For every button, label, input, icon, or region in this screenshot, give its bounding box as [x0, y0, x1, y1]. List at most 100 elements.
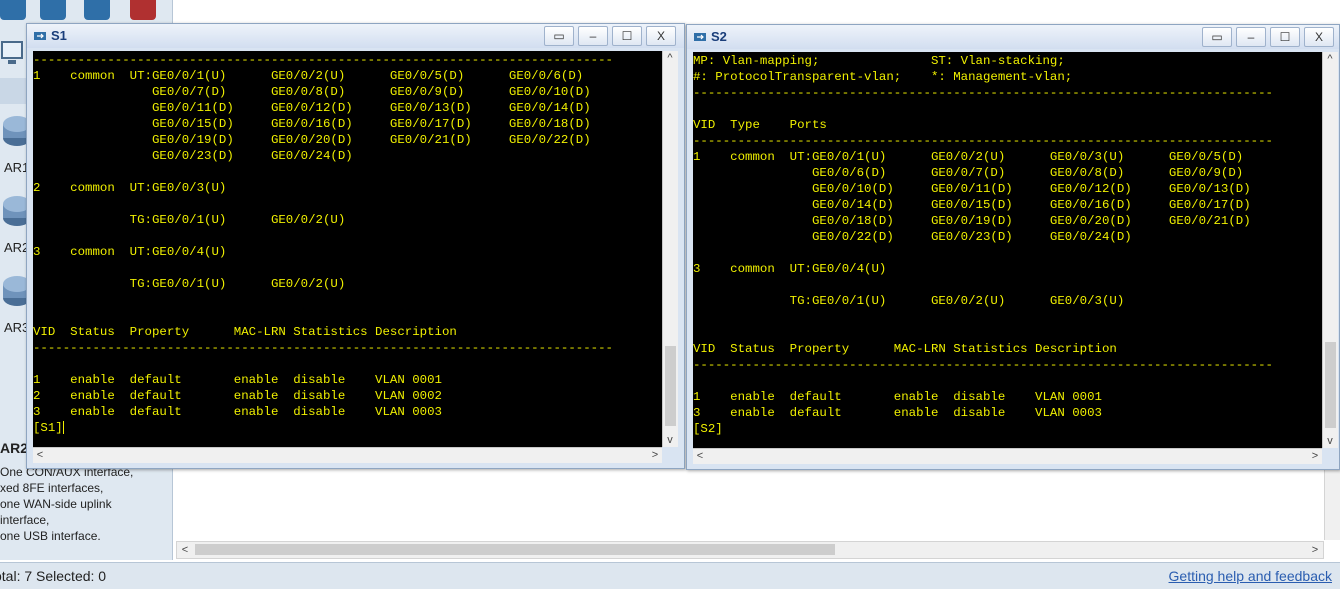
terminal-lines: MP: Vlan-mapping; ST: Vlan-stacking; #: P…	[693, 53, 1322, 421]
terminal-line: 2 enable default enable disable VLAN 000…	[33, 389, 442, 403]
terminal-line: GE0/0/6(D) GE0/0/7(D) GE0/0/8(D) GE0/0/9…	[693, 166, 1244, 180]
scroll-right-icon[interactable]: >	[1308, 543, 1322, 557]
terminal-line: ----------------------------------------…	[693, 86, 1273, 100]
status-bar: otal: 7 Selected: 0 Getting help and fee…	[0, 562, 1340, 589]
scroll-left-icon[interactable]: <	[693, 449, 707, 463]
vertical-scrollbar[interactable]: ^ v	[662, 51, 678, 447]
description-line: interface,	[0, 513, 50, 527]
terminal-line: GE0/0/15(D) GE0/0/16(D) GE0/0/17(D) GE0/…	[33, 117, 591, 131]
terminal-line: 2 common UT:GE0/0/3(U)	[33, 181, 227, 195]
window-titlebar[interactable]: S1 ▭ – ☐ X	[27, 24, 684, 48]
terminal-line: VID Status Property MAC-LRN Statistics D…	[33, 325, 457, 339]
switch-icon	[694, 33, 706, 41]
terminal-line: GE0/0/23(D) GE0/0/24(D)	[33, 149, 353, 163]
horizontal-scrollbar[interactable]: < >	[33, 447, 662, 463]
pc-icon[interactable]	[0, 40, 26, 70]
scroll-thumb[interactable]	[665, 346, 676, 426]
terminal-line: MP: Vlan-mapping; ST: Vlan-stacking;	[693, 54, 1065, 68]
terminal-line: 1 common UT:GE0/0/1(U) GE0/0/2(U) GE0/0/…	[693, 150, 1244, 164]
terminal-lines: ----------------------------------------…	[33, 52, 662, 420]
terminal-output[interactable]: MP: Vlan-mapping; ST: Vlan-stacking; #: P…	[693, 52, 1322, 449]
scroll-thumb[interactable]	[1325, 342, 1336, 428]
terminal-prompt[interactable]: [S1]	[33, 420, 662, 436]
minimize-button[interactable]: –	[1236, 27, 1266, 47]
device-description-title: AR2	[0, 440, 29, 456]
terminal-line: #: ProtocolTransparent-vlan; *: Manageme…	[693, 70, 1073, 84]
terminal-line: 1 enable default enable disable VLAN 000…	[693, 390, 1102, 404]
terminal-line: 3 enable default enable disable VLAN 000…	[33, 405, 442, 419]
terminal-line: 3 common UT:GE0/0/4(U)	[693, 262, 887, 276]
terminal-line: GE0/0/18(D) GE0/0/19(D) GE0/0/20(D) GE0/…	[693, 214, 1251, 228]
canvas-horizontal-scrollbar[interactable]: < >	[176, 541, 1324, 559]
close-button[interactable]: X	[1304, 27, 1334, 47]
terminal-line: TG:GE0/0/1(U) GE0/0/2(U)	[33, 213, 346, 227]
terminal-line: VID Status Property MAC-LRN Statistics D…	[693, 342, 1117, 356]
horizontal-scrollbar[interactable]: < >	[693, 448, 1322, 464]
terminal-line: GE0/0/11(D) GE0/0/12(D) GE0/0/13(D) GE0/…	[33, 101, 591, 115]
terminal-line: ----------------------------------------…	[693, 134, 1273, 148]
window-titlebar[interactable]: S2 ▭ – ☐ X	[687, 25, 1339, 49]
terminal-prompt[interactable]: [S2]	[693, 421, 1322, 437]
device-description: One CON/AUX interface, xed 8FE interface…	[0, 464, 170, 544]
help-feedback-link[interactable]: Getting help and feedback	[1169, 568, 1332, 584]
router-type-icon[interactable]	[0, 0, 26, 20]
terminal-window-s1[interactable]: S1 ▭ – ☐ X -----------------------------…	[26, 23, 685, 469]
maximize-button[interactable]: ☐	[612, 26, 642, 46]
switch-type-icon[interactable]	[40, 0, 66, 20]
scroll-up-icon[interactable]: ^	[1323, 52, 1337, 66]
scroll-left-icon[interactable]: <	[33, 448, 47, 462]
terminal-line: VID Type Ports	[693, 118, 827, 132]
switch-icon	[34, 32, 46, 40]
scroll-down-icon[interactable]: v	[1323, 434, 1337, 448]
terminal-line: GE0/0/10(D) GE0/0/11(D) GE0/0/12(D) GE0/…	[693, 182, 1251, 196]
terminal-line: 1 enable default enable disable VLAN 000…	[33, 373, 442, 387]
terminal-line: 3 common UT:GE0/0/4(U)	[33, 245, 227, 259]
terminal-line: TG:GE0/0/1(U) GE0/0/2(U) GE0/0/3(U)	[693, 294, 1125, 308]
scroll-left-icon[interactable]: <	[178, 543, 192, 557]
description-line: one WAN-side uplink	[0, 497, 112, 511]
restore-button[interactable]: ▭	[1202, 27, 1232, 47]
terminal-line: ----------------------------------------…	[693, 358, 1273, 372]
text-cursor	[62, 421, 64, 435]
firewall-type-icon[interactable]	[130, 0, 156, 20]
terminal-line: GE0/0/7(D) GE0/0/8(D) GE0/0/9(D) GE0/0/1…	[33, 85, 591, 99]
terminal-window-s2[interactable]: S2 ▭ – ☐ X MP: Vlan-mapping; ST: Vlan-st…	[686, 24, 1340, 470]
wireless-type-icon[interactable]	[84, 0, 110, 20]
description-line: xed 8FE interfaces,	[0, 481, 104, 495]
canvas-scroll-thumb[interactable]	[195, 544, 835, 555]
terminal-output[interactable]: ----------------------------------------…	[33, 51, 662, 448]
terminal-line: GE0/0/19(D) GE0/0/20(D) GE0/0/21(D) GE0/…	[33, 133, 591, 147]
maximize-button[interactable]: ☐	[1270, 27, 1300, 47]
scroll-down-icon[interactable]: v	[663, 433, 677, 447]
minimize-button[interactable]: –	[578, 26, 608, 46]
terminal-line: GE0/0/14(D) GE0/0/15(D) GE0/0/16(D) GE0/…	[693, 198, 1251, 212]
terminal-line: 1 common UT:GE0/0/1(U) GE0/0/2(U) GE0/0/…	[33, 69, 584, 83]
status-text: otal: 7 Selected: 0	[0, 568, 107, 584]
scroll-up-icon[interactable]: ^	[663, 51, 677, 65]
vertical-scrollbar[interactable]: ^ v	[1322, 52, 1338, 448]
terminal-line: ----------------------------------------…	[33, 341, 613, 355]
canvas-vertical-scrollbar[interactable]	[1324, 470, 1340, 540]
window-title: S1	[51, 28, 67, 43]
scroll-right-icon[interactable]: >	[1308, 449, 1322, 463]
close-button[interactable]: X	[646, 26, 676, 46]
terminal-line: TG:GE0/0/1(U) GE0/0/2(U)	[33, 277, 346, 291]
terminal-line: GE0/0/22(D) GE0/0/23(D) GE0/0/24(D)	[693, 230, 1132, 244]
restore-button[interactable]: ▭	[544, 26, 574, 46]
description-line: one USB interface.	[0, 529, 101, 543]
scroll-right-icon[interactable]: >	[648, 448, 662, 462]
window-title: S2	[711, 29, 727, 44]
